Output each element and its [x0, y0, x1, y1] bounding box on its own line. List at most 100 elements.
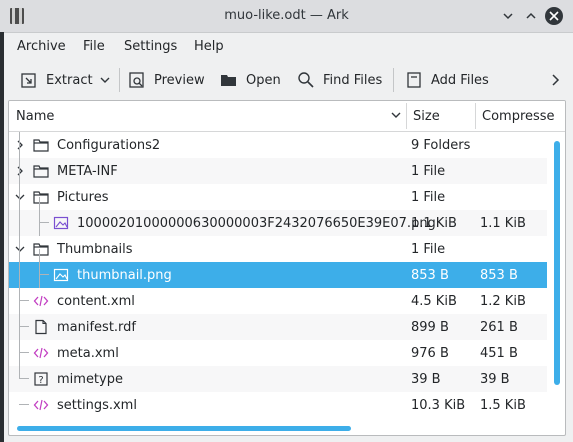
chevron-down-icon [503, 13, 513, 20]
menu-file[interactable]: File [83, 39, 105, 54]
row-name: manifest.rdf [57, 319, 137, 335]
row-name-cell: content.xml [33, 288, 135, 314]
find-files-button[interactable]: Find Files [297, 62, 382, 98]
row-size: 1 File [411, 190, 446, 205]
table-row[interactable]: ? mimetype 39 B 39 B [9, 366, 547, 392]
toolbar-separator [393, 68, 394, 92]
table-row[interactable]: Thumbnails 1 File [9, 236, 547, 262]
thumbnails-tree-trunk [39, 249, 40, 288]
row-name-cell: ? mimetype [33, 366, 123, 392]
folder-icon [33, 241, 49, 257]
find-files-label: Find Files [323, 72, 383, 88]
pictures-tree-trunk [39, 197, 40, 236]
row-name: meta.xml [57, 345, 119, 361]
chevron-right-icon [552, 74, 560, 86]
column-divider [406, 103, 407, 129]
title-bar[interactable]: muo-like.odt — Ark [0, 0, 573, 33]
tree-guide-line [19, 300, 29, 301]
row-compressed-size: 1.1 KiB [480, 216, 526, 231]
search-icon [298, 72, 314, 88]
row-compressed-size: 451 B [480, 346, 518, 361]
maximize-button[interactable] [522, 7, 540, 25]
tree-guide-line [19, 404, 29, 405]
row-size: 4.5 KiB [411, 294, 457, 309]
row-size: 976 B [411, 346, 449, 361]
table-row[interactable]: thumbnail.png 853 B 853 B [9, 262, 547, 288]
row-name: Pictures [57, 189, 109, 205]
row-size: 853 B [411, 268, 449, 283]
row-size: 39 B [411, 372, 441, 387]
minimize-button[interactable] [499, 7, 517, 25]
xml-icon [33, 397, 49, 413]
horizontal-scrollbar[interactable] [17, 426, 351, 431]
folder-icon [33, 189, 49, 205]
row-compressed-size: 39 B [480, 372, 510, 387]
add-file-icon [407, 72, 421, 88]
column-size-header[interactable]: Size [413, 109, 440, 124]
row-size: 9 Folders [411, 138, 471, 153]
row-compressed-size: 1.2 KiB [480, 294, 526, 309]
row-name-cell: Configurations2 [33, 132, 160, 158]
vertical-scrollbar[interactable] [554, 141, 560, 385]
row-name: content.xml [57, 293, 135, 309]
tree-guide-line [39, 274, 49, 275]
tree-guide-line [19, 326, 29, 327]
column-name-header[interactable]: Name [16, 109, 54, 124]
table-row[interactable]: Configurations2 9 Folders [9, 132, 547, 158]
extract-icon [21, 73, 36, 88]
add-files-label: Add Files [431, 72, 489, 88]
open-button[interactable]: Open [220, 62, 281, 98]
table-row[interactable]: settings.xml 10.3 KiB 1.5 KiB [9, 392, 547, 418]
table-row[interactable]: Pictures 1 File [9, 184, 547, 210]
row-name-cell: 10000201000000630000003F2432076650E39E07… [53, 210, 436, 236]
row-compressed-size: 261 B [480, 320, 518, 335]
close-button[interactable] [545, 7, 563, 25]
row-size: 10.3 KiB [411, 398, 466, 413]
row-size: 1 File [411, 242, 446, 257]
row-name-cell: META-INF [33, 158, 118, 184]
table-row[interactable]: 10000201000000630000003F2432076650E39E07… [9, 210, 547, 236]
table-row[interactable]: META-INF 1 File [9, 158, 547, 184]
chevron-up-icon [526, 12, 536, 19]
image-icon [53, 215, 69, 231]
row-size: 899 B [411, 320, 449, 335]
row-name-cell: settings.xml [33, 392, 137, 418]
row-name: 10000201000000630000003F2432076650E39E07… [77, 215, 436, 231]
menu-help[interactable]: Help [194, 39, 224, 54]
preview-button[interactable]: Preview [128, 62, 205, 98]
xml-icon [33, 293, 49, 309]
row-name: Configurations2 [57, 137, 161, 153]
unknown-file-icon: ? [33, 371, 49, 387]
column-compressed-header[interactable]: Compresse [482, 109, 555, 124]
menu-bar: Archive File Settings Help [0, 33, 573, 61]
menu-settings[interactable]: Settings [124, 39, 177, 54]
chevron-right-icon[interactable] [14, 158, 26, 184]
row-name-cell: Pictures [33, 184, 108, 210]
extract-menu-button[interactable] [99, 62, 119, 98]
row-name: mimetype [57, 371, 123, 387]
table-row[interactable]: content.xml 4.5 KiB 1.2 KiB [9, 288, 547, 314]
preview-icon [129, 72, 144, 88]
row-name-cell: manifest.rdf [33, 314, 136, 340]
column-header: Name Size Compresse [9, 101, 565, 132]
chevron-down-icon[interactable] [14, 184, 26, 210]
row-size: 1 File [411, 164, 446, 179]
extract-button[interactable]: Extract [20, 62, 93, 98]
xml-icon [33, 345, 49, 361]
menu-archive[interactable]: Archive [17, 39, 66, 54]
row-size: 1.1 KiB [411, 216, 457, 231]
row-name: Thumbnails [57, 241, 133, 257]
chevron-right-icon[interactable] [14, 132, 26, 158]
table-row[interactable]: manifest.rdf 899 B 261 B [9, 314, 547, 340]
file-icon [33, 319, 49, 335]
add-files-button[interactable]: Add Files [405, 62, 489, 98]
chevron-down-icon[interactable] [14, 236, 26, 262]
toolbar-overflow-button[interactable] [549, 62, 569, 98]
row-name-cell: meta.xml [33, 340, 119, 366]
archive-file-view[interactable]: Name Size Compresse Configurations2 9 Fol… [8, 100, 566, 436]
table-row[interactable]: meta.xml 976 B 451 B [9, 340, 547, 366]
folder-open-icon [221, 75, 236, 86]
close-icon [549, 11, 559, 21]
folder-icon [33, 163, 49, 179]
row-name: thumbnail.png [77, 267, 172, 283]
